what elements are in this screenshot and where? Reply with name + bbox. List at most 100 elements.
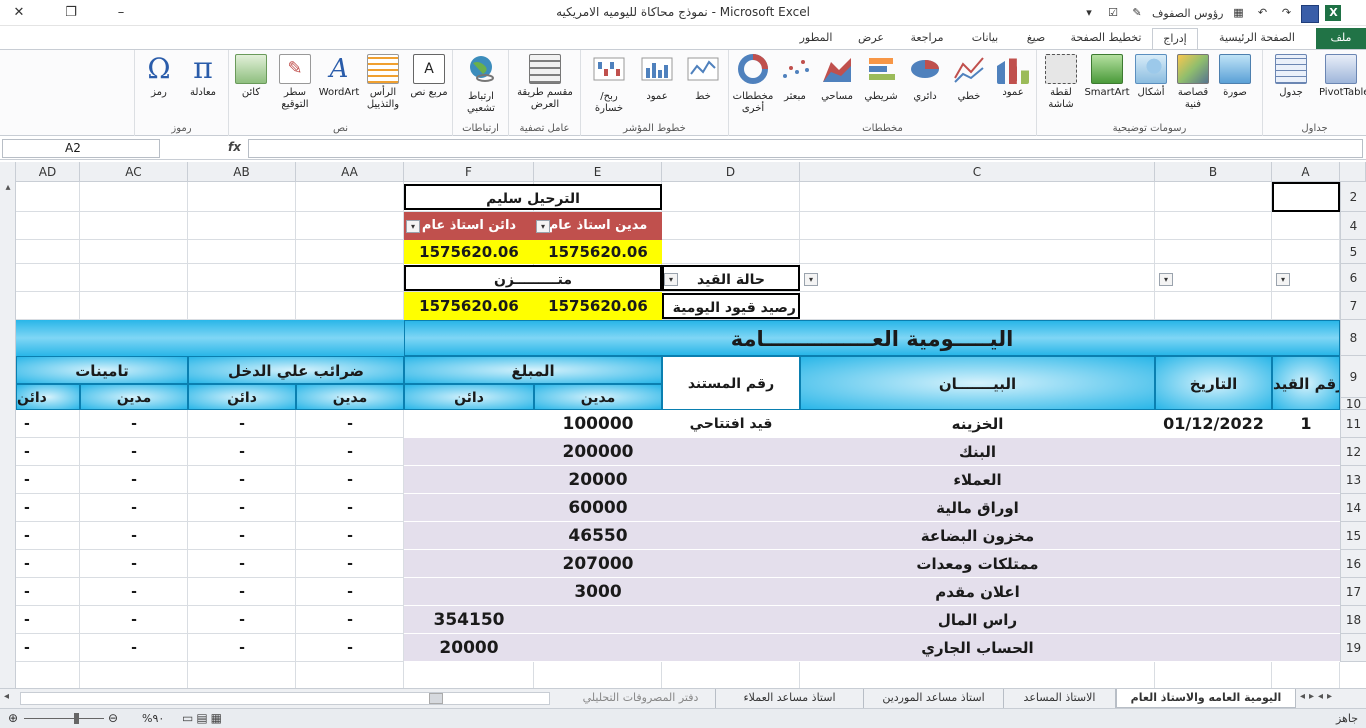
debit-cell[interactable]: 207000 [534,550,662,578]
hyperlink-button[interactable]: ارتباط تشعبي [457,54,505,115]
tab-review[interactable]: مراجعة [898,28,956,50]
name-box[interactable]: A2 [2,139,160,158]
posting-status-cell[interactable]: الترحيل سليم [404,184,662,210]
row-header[interactable]: 7 [1340,292,1366,320]
credit-cell[interactable] [404,438,534,466]
symbol-button[interactable]: Ω رمز [137,54,181,99]
entry-no-cell[interactable] [1272,494,1340,522]
dash-cell[interactable]: - [80,634,188,662]
sheet-tab-journal-ledger[interactable]: اليومية العامه والاستاذ العام [1116,689,1296,708]
smartart-button[interactable]: SmartArt [1083,54,1131,99]
tab-home[interactable]: الصفحة الرئيسية [1202,28,1312,50]
credit-cell[interactable] [404,578,534,606]
header-date[interactable]: التاريخ [1155,356,1272,410]
dash-cell[interactable]: - [16,550,80,578]
credit-cell[interactable] [404,550,534,578]
dash-cell[interactable]: - [296,522,404,550]
dash-cell[interactable]: - [16,410,80,438]
debit-cell[interactable]: 60000 [534,494,662,522]
sparkline-winloss-button[interactable]: ربح/خسارة [587,54,631,115]
column-header[interactable]: C [800,162,1155,182]
dash-cell[interactable]: - [188,494,296,522]
balanced-status-cell[interactable]: متـــــــــزن [404,265,662,291]
row-header[interactable]: 18 [1340,606,1366,634]
zoom-slider[interactable]: ⊕ ⊖ [8,711,118,725]
dash-cell[interactable]: - [296,578,404,606]
tab-insert[interactable]: إدراج [1152,28,1198,50]
checkbox-icon[interactable]: ☑ [1104,4,1122,22]
zoom-in-icon[interactable]: ⊕ [8,711,18,725]
dash-cell[interactable]: - [16,578,80,606]
signature-line-button[interactable]: ✎ سطر التوقيع [273,54,317,111]
dash-cell[interactable]: - [188,466,296,494]
fx-icon[interactable]: fx [228,140,246,154]
sheet-tab-subsidiary-ledger[interactable]: الاستاذ المساعد [1004,689,1116,708]
row-header[interactable]: 15 [1340,522,1366,550]
table-button[interactable]: جدول [1269,54,1313,99]
tab-data[interactable]: بيانات [960,28,1010,50]
debit-cell[interactable] [534,606,662,634]
row-header[interactable]: 17 [1340,578,1366,606]
row-header[interactable]: 9 [1340,356,1366,398]
document-no-cell[interactable] [662,634,800,662]
dash-cell[interactable]: - [296,410,404,438]
sparkline-line-button[interactable]: خط [681,54,725,103]
shapes-button[interactable]: أشكال [1129,54,1173,99]
clipart-button[interactable]: قصاصة فنية [1171,54,1215,111]
debit-cell[interactable] [534,634,662,662]
dash-cell[interactable]: - [16,466,80,494]
sheet-tab-suppliers-ledger[interactable]: استاذ مساعد الموردين [864,689,1004,708]
view-buttons-icons[interactable]: ▭▤▦ [182,711,225,725]
slicer-button[interactable]: مقسم طريقة العرض [515,54,575,111]
dropdown-icon[interactable]: ▾ [804,273,818,286]
header-amount[interactable]: المبلغ [404,356,662,384]
date-cell[interactable]: 01/12/2022 [1155,410,1272,438]
document-no-cell[interactable]: قيد افتتاحي [662,410,800,438]
dash-cell[interactable]: - [16,634,80,662]
entry-no-cell[interactable] [1272,466,1340,494]
entry-no-cell[interactable] [1272,606,1340,634]
pivottable-button[interactable]: PivotTable [1319,54,1366,99]
filter-dropdown-icon[interactable]: ▾ [406,220,420,233]
row-header[interactable]: 8 [1340,320,1366,356]
spell-icon[interactable]: ✎ [1128,4,1146,22]
dash-cell[interactable]: - [16,494,80,522]
redo-icon[interactable]: ↷ [1277,4,1295,22]
header-insurance-debit[interactable]: مدين [80,384,188,410]
description-cell[interactable]: راس المال [800,606,1155,634]
column-header[interactable]: AC [80,162,188,182]
dash-cell[interactable]: - [80,606,188,634]
header-income-tax[interactable]: ضرائب علي الدخل [188,356,404,384]
row-header[interactable]: 16 [1340,550,1366,578]
row-header[interactable]: 13 [1340,466,1366,494]
document-no-cell[interactable] [662,494,800,522]
worksheet-grid[interactable]: AD AC AB AA F E D C B A 2 4 5 6 7 8 9 10 11 12 13 14 15 16 17 18 1… [0,162,1366,688]
header-insurance-credit[interactable]: دائن [16,384,80,410]
zoom-level[interactable]: %٩٠ [142,712,164,725]
credit-cell[interactable]: 354150 [404,606,534,634]
column-header[interactable]: AA [296,162,404,182]
hscroll-left-icon[interactable]: ◂ [4,691,9,702]
dash-cell[interactable]: - [80,578,188,606]
debit-gl-header[interactable]: مدين استاذ عام [534,212,662,240]
tab-page-layout[interactable]: تخطيط الصفحة [1062,28,1150,50]
dash-cell[interactable]: - [80,550,188,578]
selected-cell-a2[interactable] [1272,182,1340,212]
entry-no-cell[interactable] [1272,578,1340,606]
description-cell[interactable]: ممتلكات ومعدات [800,550,1155,578]
document-no-cell[interactable] [662,606,800,634]
debit-cell[interactable]: 20000 [534,466,662,494]
row-header[interactable]: 5 [1340,240,1366,264]
zoom-slider-thumb[interactable] [74,713,79,724]
dash-cell[interactable]: - [188,438,296,466]
dash-cell[interactable]: - [80,466,188,494]
journal-debit-total[interactable]: 1575620.06 [534,292,662,320]
select-all-corner[interactable] [1340,162,1366,182]
column-header[interactable]: F [404,162,534,182]
bar-chart-button[interactable]: شريطي [859,54,903,103]
dash-cell[interactable]: - [80,494,188,522]
date-cell[interactable] [1155,438,1272,466]
dash-cell[interactable]: - [188,578,296,606]
qat-row-headers-label[interactable]: رؤوس الصفوف [1152,7,1223,20]
save-icon[interactable] [1301,5,1320,23]
